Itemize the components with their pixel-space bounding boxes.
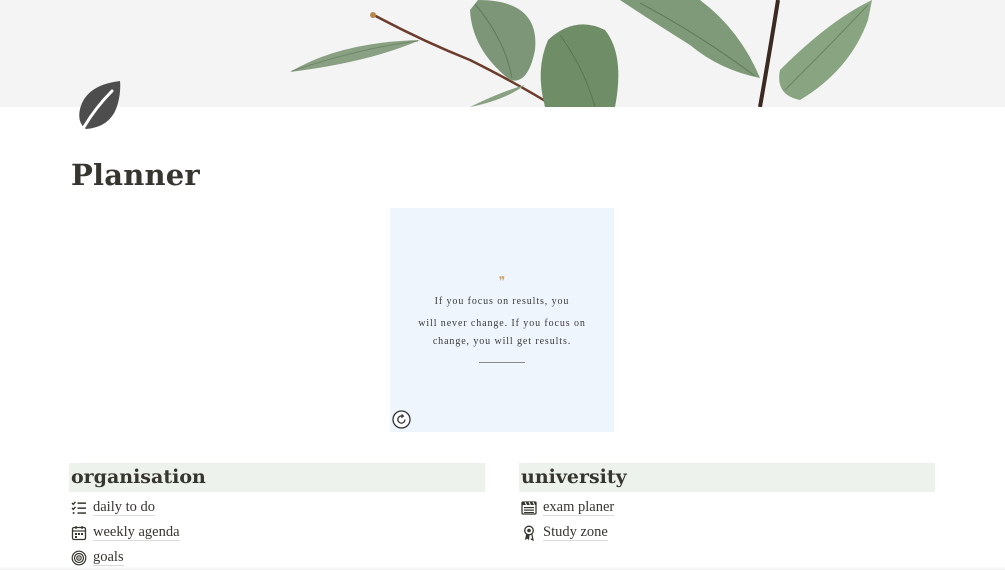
section-organisation: organisation daily to do weekly agenda g… xyxy=(69,463,485,570)
checklist-icon xyxy=(71,500,86,514)
award-ribbon-icon xyxy=(524,525,534,541)
link-label: Study zone xyxy=(543,524,608,541)
link-exam-planer[interactable]: exam planer xyxy=(519,495,935,520)
quote-line: If you focus on results, you xyxy=(434,296,570,307)
link-label: daily to do xyxy=(93,499,156,516)
link-label: exam planer xyxy=(543,499,615,516)
link-label: weekly agenda xyxy=(93,524,180,541)
link-list: exam planer Study zone xyxy=(519,495,935,545)
quote-divider xyxy=(479,362,525,363)
page-title[interactable]: Planner xyxy=(71,158,200,192)
section-heading: university xyxy=(519,463,935,492)
link-weekly-agenda[interactable]: weekly agenda xyxy=(69,520,485,545)
leaf-icon[interactable] xyxy=(76,79,124,131)
cover-image xyxy=(0,0,1005,107)
quote-line: will never change. If you focus on xyxy=(418,318,586,329)
quote-mark-icon: ❞ xyxy=(498,274,506,288)
target-icon xyxy=(71,550,87,565)
section-university: university exam planer Study zone xyxy=(519,463,935,545)
link-list: daily to do weekly agenda goals xyxy=(69,495,485,570)
section-heading: organisation xyxy=(69,463,485,492)
link-daily-to-do[interactable]: daily to do xyxy=(69,495,485,520)
quote-text: If you focus on results, you will never … xyxy=(390,292,614,352)
eucalyptus-branch-illustration xyxy=(290,0,872,107)
calendar-icon xyxy=(71,525,87,540)
link-study-zone[interactable]: Study zone xyxy=(519,520,935,545)
quote-line: change, you will get results. xyxy=(432,336,572,347)
clapperboard-icon xyxy=(521,500,537,515)
bottom-shadow xyxy=(0,566,1005,570)
refresh-icon[interactable] xyxy=(392,410,411,429)
link-label: goals xyxy=(93,549,124,566)
